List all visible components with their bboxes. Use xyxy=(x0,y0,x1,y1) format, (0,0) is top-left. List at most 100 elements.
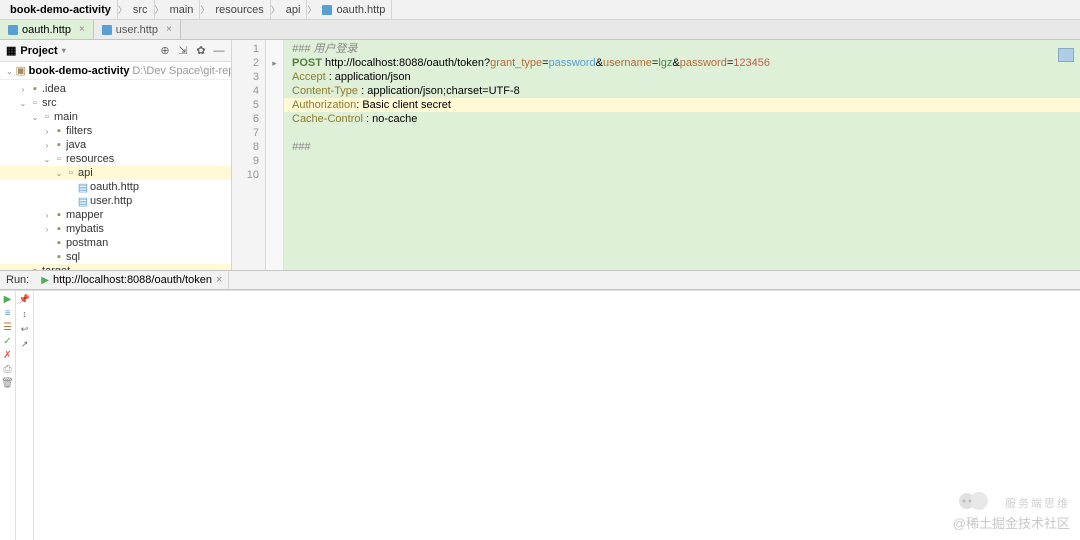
folder-open-icon: ▫ xyxy=(28,97,42,109)
breadcrumb-label: src xyxy=(133,4,148,16)
fold-marker xyxy=(266,112,283,126)
tree-icon[interactable]: ☰ xyxy=(2,321,14,333)
pin-icon[interactable]: 📌 xyxy=(18,293,32,305)
tree-row[interactable]: ›▪.idea xyxy=(0,82,231,96)
code-line[interactable]: Cache-Control : no-cache xyxy=(292,112,1080,126)
code-line[interactable]: POST http://localhost:8088/oauth/token?g… xyxy=(292,56,1080,70)
line-number: 7 xyxy=(232,126,259,140)
tree-row[interactable]: ⌄▫main xyxy=(0,110,231,124)
gear-icon[interactable]: ✿ xyxy=(195,45,207,57)
tree-row[interactable]: ›▪java xyxy=(0,138,231,152)
code-line[interactable]: ### 用户登录 xyxy=(292,42,1080,56)
project-root[interactable]: ⌄ ▣ book-demo-activity D:\Dev Space\git-… xyxy=(0,62,231,80)
tree-row[interactable]: ⌄▫api xyxy=(0,166,231,180)
editor-tab[interactable]: oauth.http× xyxy=(0,20,94,39)
sidebar-tools: ⊕ ⇲ ✿ — xyxy=(159,45,225,57)
tree-arrow-icon[interactable]: ⌄ xyxy=(54,169,64,178)
tree-row[interactable]: ›▪mybatis xyxy=(0,222,231,236)
hide-icon[interactable]: — xyxy=(213,45,225,57)
breadcrumb-item[interactable]: book-demo-activity xyxy=(4,0,118,19)
breadcrumb-item[interactable]: resources xyxy=(209,0,270,19)
root-path: D:\Dev Space\git-repo\github\book-de xyxy=(132,65,231,77)
run-tab[interactable]: ▶ http://localhost:8088/oauth/token × xyxy=(35,271,229,289)
code-line[interactable]: Accept : application/json xyxy=(292,70,1080,84)
tree-arrow-icon[interactable]: › xyxy=(42,211,52,220)
tree-row[interactable]: ▤user.http xyxy=(0,194,231,208)
folder-icon: ▪ xyxy=(52,251,66,263)
run-panel: ▶ ≡ ☰ ✓ ✗ ⎙ 🗑 📌 ↕ ↩ ↗ xyxy=(0,290,1080,540)
tree-label: filters xyxy=(66,125,92,137)
breadcrumb-item[interactable]: main xyxy=(164,0,201,19)
cross-icon[interactable]: ✗ xyxy=(2,349,14,361)
link-icon[interactable]: ↗ xyxy=(18,338,32,350)
http-file-icon: ▤ xyxy=(76,181,90,193)
code-line[interactable]: Content-Type : application/json;charset=… xyxy=(292,84,1080,98)
run-icon[interactable]: ▶ xyxy=(2,293,14,305)
breadcrumb-label: main xyxy=(170,4,194,16)
breadcrumb-item[interactable]: api xyxy=(280,0,308,19)
tree-arrow-icon[interactable]: › xyxy=(18,85,28,94)
line-number: 1 xyxy=(232,42,259,56)
tree-arrow-icon[interactable]: › xyxy=(42,127,52,136)
tree-arrow-icon[interactable]: ⌄ xyxy=(30,113,40,122)
tree-row[interactable]: ›▪mapper xyxy=(0,208,231,222)
breadcrumb-label: book-demo-activity xyxy=(10,4,111,16)
breadcrumb-item[interactable]: oauth.http xyxy=(316,0,392,19)
fold-marker xyxy=(266,154,283,168)
tree-row[interactable]: ⌄▫resources xyxy=(0,152,231,166)
scroll-icon[interactable]: ↕ xyxy=(18,308,32,320)
dropdown-icon[interactable]: ▾ xyxy=(62,46,66,55)
code-line[interactable]: ### xyxy=(292,140,1080,154)
fold-marker[interactable]: ▸ xyxy=(266,56,283,70)
http-file-icon xyxy=(8,25,18,35)
sidebar-title[interactable]: ▦ Project ▾ xyxy=(6,44,159,57)
tree-row[interactable]: ▪postman xyxy=(0,236,231,250)
trash-icon[interactable]: 🗑 xyxy=(2,377,14,389)
check-icon[interactable]: ✓ xyxy=(2,335,14,347)
breadcrumb-separator: 〉 xyxy=(155,3,164,16)
close-icon[interactable]: × xyxy=(216,274,222,286)
expand-icon[interactable]: ⇲ xyxy=(177,45,189,57)
code-content[interactable]: ### 用户登录POST http://localhost:8088/oauth… xyxy=(284,40,1080,270)
tree-row[interactable]: ▪sql xyxy=(0,250,231,264)
breadcrumb-item[interactable]: src xyxy=(127,0,155,19)
line-number: 9 xyxy=(232,154,259,168)
editor-mode-badge[interactable] xyxy=(1058,48,1074,62)
folder-icon: ▪ xyxy=(52,237,66,249)
fold-marker xyxy=(266,168,283,182)
run-output[interactable] xyxy=(34,291,1080,540)
fold-marker xyxy=(266,70,283,84)
filter-icon[interactable]: ≡ xyxy=(2,307,14,319)
editor-tab[interactable]: user.http× xyxy=(94,20,181,39)
code-editor[interactable]: 12345678910 ▸ ### 用户登录POST http://localh… xyxy=(232,40,1080,270)
tree-arrow-icon[interactable]: › xyxy=(42,141,52,150)
tree-row[interactable]: ›▪filters xyxy=(0,124,231,138)
code-line[interactable] xyxy=(292,168,1080,182)
collapse-icon[interactable]: ⊕ xyxy=(159,45,171,57)
fold-marker xyxy=(266,126,283,140)
tree-row[interactable]: ⌄▫src xyxy=(0,96,231,110)
tree-label: api xyxy=(78,167,93,179)
print-icon[interactable]: ⎙ xyxy=(2,363,14,375)
tree-arrow-icon[interactable]: › xyxy=(42,225,52,234)
tree-arrow-icon[interactable]: ⌄ xyxy=(42,155,52,164)
line-number: 5 xyxy=(232,98,259,112)
breadcrumb-separator: 〉 xyxy=(200,3,209,16)
http-file-icon: ▤ xyxy=(76,195,90,207)
close-icon[interactable]: × xyxy=(79,24,85,35)
folder-icon: ▪ xyxy=(52,223,66,235)
tree-row[interactable]: ▤oauth.http xyxy=(0,180,231,194)
line-number: 6 xyxy=(232,112,259,126)
code-line[interactable] xyxy=(292,154,1080,168)
tree-label: sql xyxy=(66,251,80,263)
tree-label: .idea xyxy=(42,83,66,95)
line-number: 3 xyxy=(232,70,259,84)
close-icon[interactable]: × xyxy=(166,24,172,35)
code-line[interactable]: Authorization: Basic client secret xyxy=(284,98,1080,112)
tree-arrow-icon[interactable]: ⌄ xyxy=(18,99,28,108)
line-gutter: 12345678910 xyxy=(232,40,266,270)
wrap-icon[interactable]: ↩ xyxy=(18,323,32,335)
run-header: Run: ▶ http://localhost:8088/oauth/token… xyxy=(0,270,1080,290)
code-line[interactable] xyxy=(292,126,1080,140)
main-area: ▦ Project ▾ ⊕ ⇲ ✿ — ⌄ ▣ book-demo-activi… xyxy=(0,40,1080,270)
